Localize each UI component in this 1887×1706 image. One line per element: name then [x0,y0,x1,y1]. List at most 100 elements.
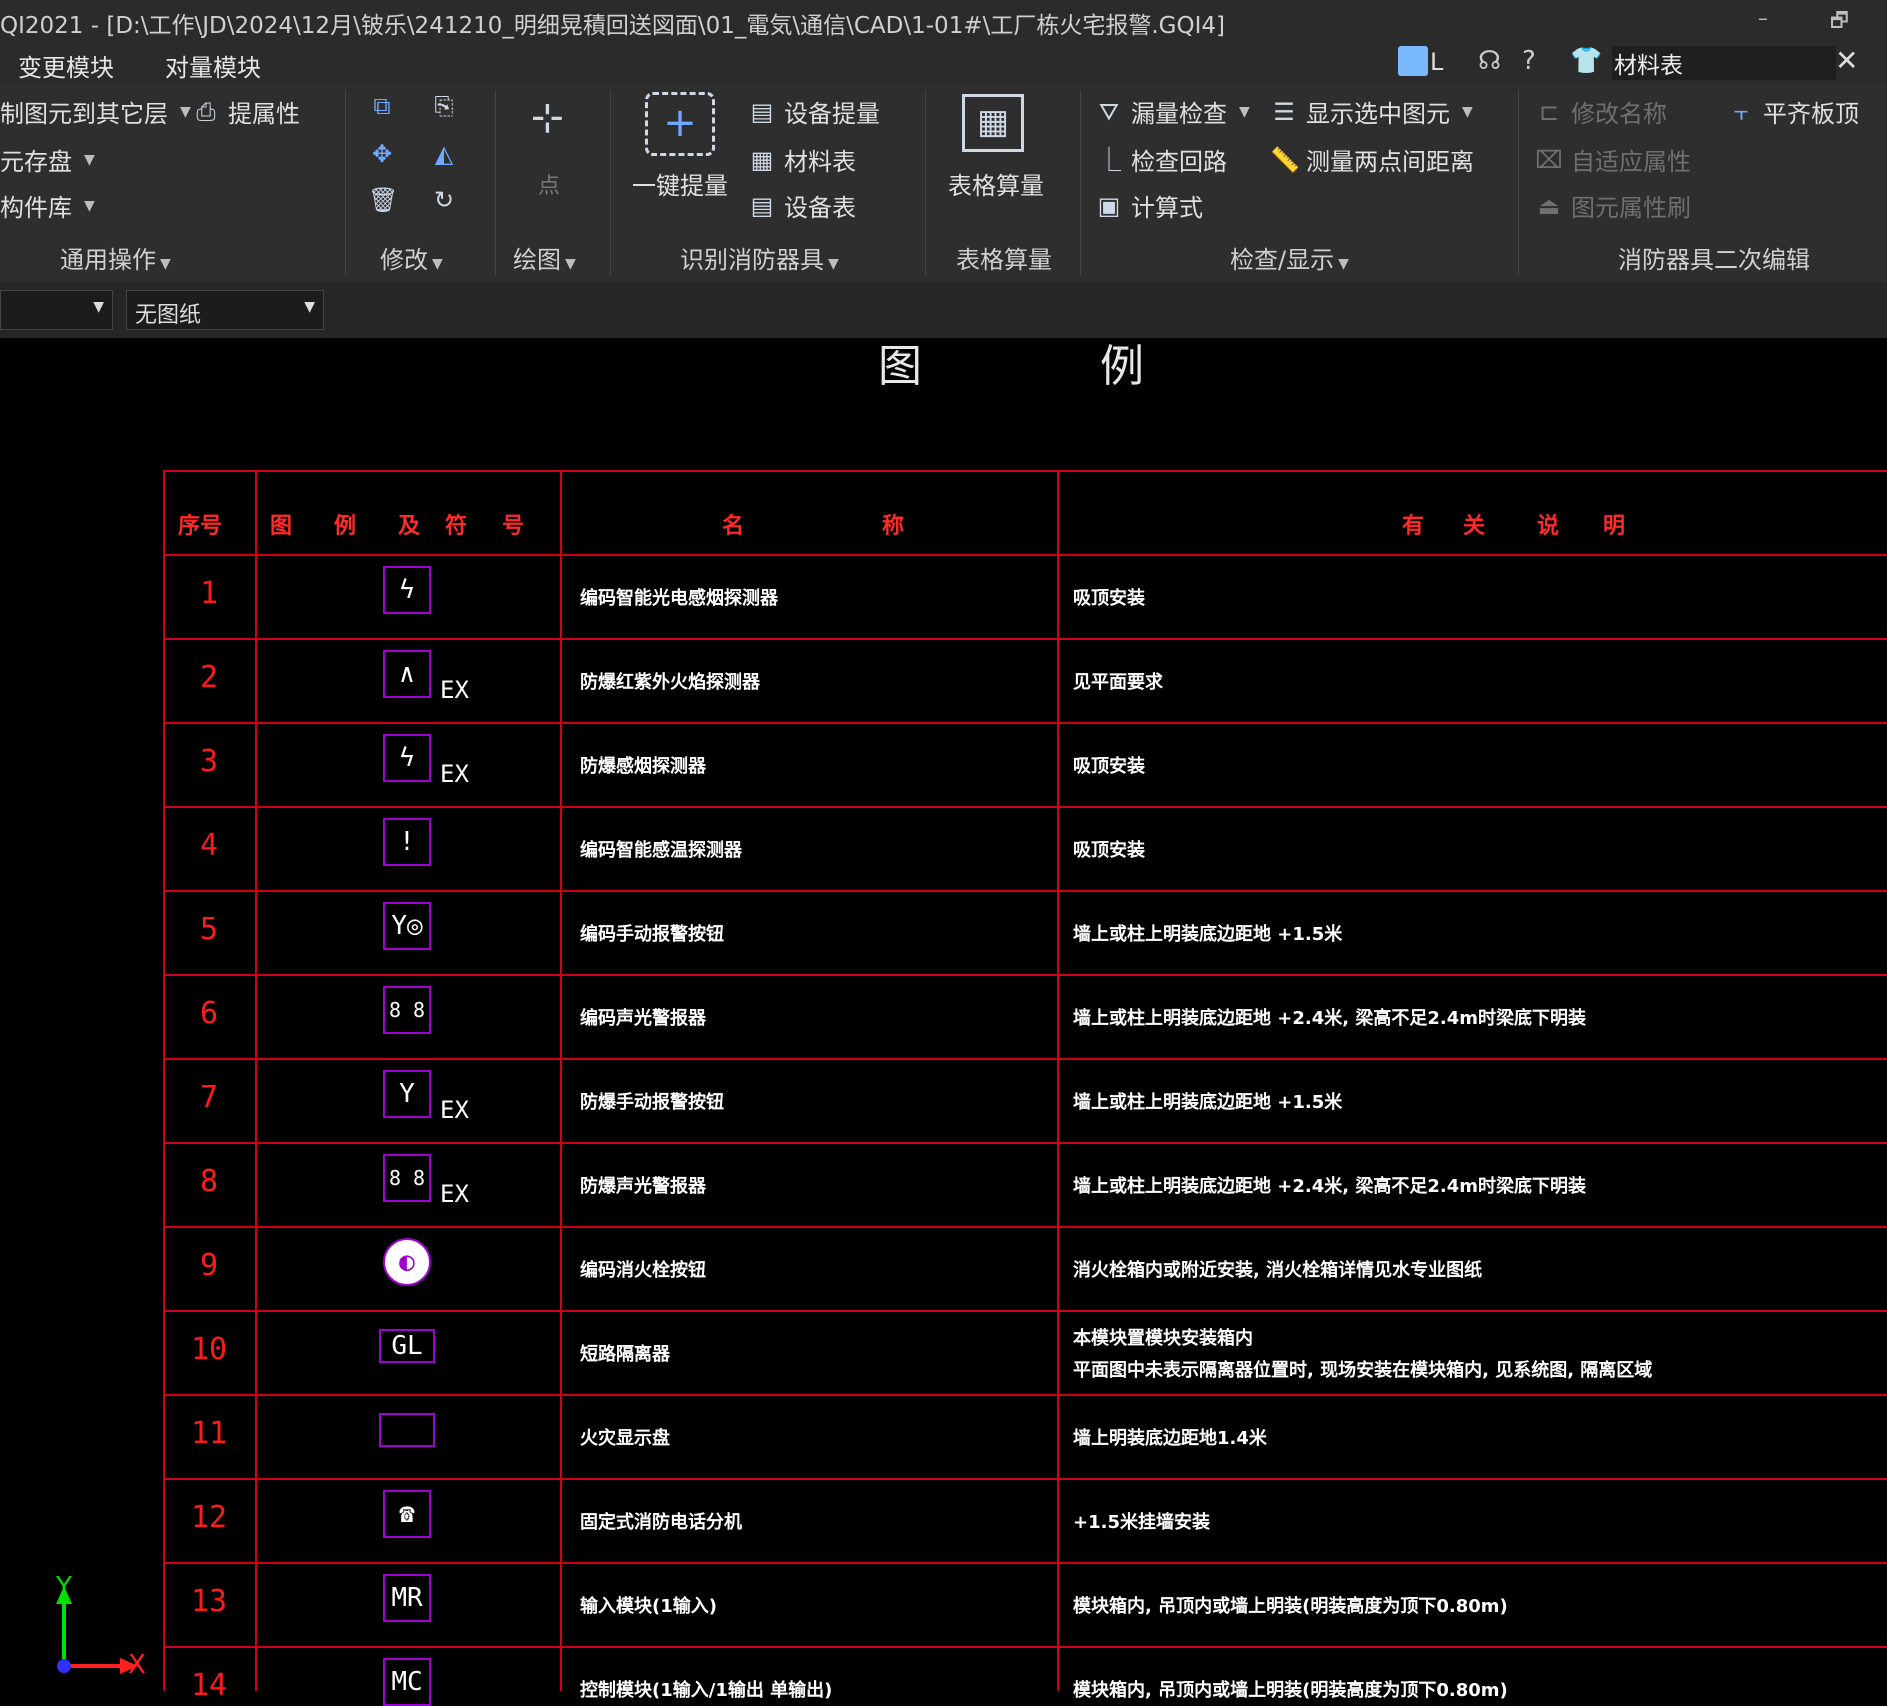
chevron-down-icon[interactable]: ▼ [1462,104,1473,120]
point-label: 点 [538,174,561,199]
menu-item-compare-module[interactable]: 对量模块 [165,48,261,83]
device-name: 控制模块(1输入/1输出 单输出) [580,1680,833,1701]
move-to-layer-button[interactable]: 制图元到其它层 ▼ [0,94,191,129]
save-element-label: 元存盘 [0,148,72,176]
menu-bar [0,42,1887,82]
drawing-select[interactable]: 无图纸 ▼ [126,290,324,330]
extract-property-button[interactable]: ⎙ 提属性 [192,94,300,129]
adaptive-label: 自适应属性 [1571,148,1691,176]
layer-select[interactable]: ▼ [0,290,113,330]
table-grid-line [163,638,1887,640]
move-button[interactable]: ✥ [368,140,396,168]
legend-symbol-icon: ☎ [383,1490,431,1538]
check-loop-button[interactable]: ⎿ 检查回路 [1095,142,1227,177]
restore-button[interactable]: 🗗 [1830,6,1849,40]
group-modify[interactable]: 修改 ▼ [380,240,443,275]
group-secondary-edit[interactable]: 消防器具二次编辑 [1618,240,1810,275]
group-identify[interactable]: 识别消防器具 ▼ [680,240,839,275]
device-name: 编码手动报警按钮 [580,924,724,945]
device-description: 墙上或柱上明装底边距地 +1.5米 [1073,1092,1343,1113]
rename-button[interactable]: ⊏ 修改名称 [1535,94,1667,129]
row-number: 13 [190,1584,228,1619]
mirror-button[interactable]: ◭ [430,140,458,168]
clear-search-icon[interactable]: ✕ [1835,44,1858,77]
table-grid-line [163,1058,1887,1060]
header-desc-1: 有 [1402,514,1425,539]
headset-icon[interactable]: ☊ [1478,46,1501,76]
legend-symbol-icon: ∧ [383,650,431,698]
device-name: 防爆手动报警按钮 [580,1092,724,1113]
group-general[interactable]: 通用操作 ▼ [60,240,171,275]
extract-property-label: 提属性 [228,100,300,128]
explosion-proof-mark: EX [440,1180,469,1208]
row-number: 12 [190,1500,228,1535]
chevron-down-icon[interactable]: ▼ [84,198,95,214]
component-library-label: 构件库 [0,194,72,222]
table-calc-icon[interactable]: ▦ [962,94,1024,152]
equip-table-button[interactable]: ▤ 设备表 [748,188,856,223]
chevron-down-icon: ▼ [304,299,315,315]
row-number: 14 [190,1668,228,1703]
group-check[interactable]: 检查/显示 ▼ [1230,240,1349,275]
ribbon-divider [610,90,611,275]
one-click-extract-icon[interactable]: + [645,92,715,156]
legend-symbol-icon: MC [383,1658,431,1706]
header-desc-4: 明 [1603,514,1626,539]
search-input[interactable] [1612,46,1836,80]
formula-icon: ▣ [1097,191,1121,220]
component-library-button[interactable]: 构件库 ▼ [0,188,95,223]
ribbon-divider [1518,90,1519,275]
show-selected-button[interactable]: ☰ 显示选中图元 ▼ [1270,94,1473,129]
cad-canvas[interactable] [0,338,1887,1691]
table-calc-label[interactable]: 表格算量 [948,166,1044,201]
device-description: 本模块置模块安装箱内 [1073,1328,1253,1349]
user-avatar-icon[interactable] [1398,46,1428,76]
explosion-proof-mark: EX [440,1096,469,1124]
rotate-button[interactable]: ↻ [430,186,458,214]
table-grid-line [163,554,1887,556]
chevron-down-icon[interactable]: ▼ [1239,104,1250,120]
align-top-button[interactable]: ⫟ 平齐板顶 [1727,94,1859,129]
minimize-button[interactable]: – [1758,6,1768,30]
property-brush-button[interactable]: ⏏ 图元属性刷 [1535,188,1691,223]
device-description: 墙上明装底边距地1.4米 [1073,1428,1267,1449]
legend-symbol-icon: Y [383,1070,431,1118]
move-icon: ✥ [371,140,393,168]
device-name: 编码智能感温探测器 [580,840,742,861]
measure-distance-button[interactable]: 📏 测量两点间距离 [1270,142,1474,177]
ribbon-divider [925,90,926,275]
device-name: 短路隔离器 [580,1344,670,1365]
delete-button[interactable]: 🗑 [368,186,398,214]
adaptive-icon: ⌧ [1535,145,1563,174]
legend-symbol-icon: Y◎ [383,902,431,950]
row-number: 3 [199,744,219,779]
chevron-down-icon[interactable]: ▼ [180,104,191,120]
legend-symbol-icon [379,1413,435,1447]
align-top-label: 平齐板顶 [1763,100,1859,128]
header-symbol-2: 例 [334,514,357,539]
material-table-button[interactable]: ▦ 材料表 [748,142,856,177]
save-element-button[interactable]: 元存盘 ▼ [0,142,95,177]
mirror-copy-icon: ⎘ [434,92,454,120]
chevron-down-icon[interactable]: ▼ [84,152,95,168]
adaptive-property-button[interactable]: ⌧ 自适应属性 [1535,142,1691,177]
device-description: 墙上或柱上明装底边距地 +2.4米, 梁高不足2.4m时梁底下明装 [1073,1008,1586,1029]
row-number: 2 [199,660,219,695]
rename-label: 修改名称 [1571,100,1667,128]
formula-button[interactable]: ▣ 计算式 [1095,188,1203,223]
skin-icon[interactable]: 👕 [1570,46,1602,76]
property-brush-label: 图元属性刷 [1571,194,1691,222]
help-button[interactable]: ? [1522,46,1536,76]
mirror-copy-button[interactable]: ⎘ [430,92,458,120]
equip-table-icon: ▤ [750,191,774,220]
leak-check-button[interactable]: ⛛ 漏量检查 ▼ [1095,94,1250,129]
legend-title-right: 例 [1100,341,1144,392]
group-table-calc[interactable]: 表格算量 [956,240,1052,275]
one-click-extract-label[interactable]: 一键提量 [632,166,728,201]
copy-button[interactable]: ⧉ [368,92,396,120]
point-icon[interactable]: ⊹ [515,95,580,141]
group-draw[interactable]: 绘图 ▼ [513,240,576,275]
legend-title-left: 图 [878,341,922,392]
menu-item-change-module[interactable]: 变更模块 [18,48,114,83]
equip-extract-button[interactable]: ▤ 设备提量 [748,94,880,129]
